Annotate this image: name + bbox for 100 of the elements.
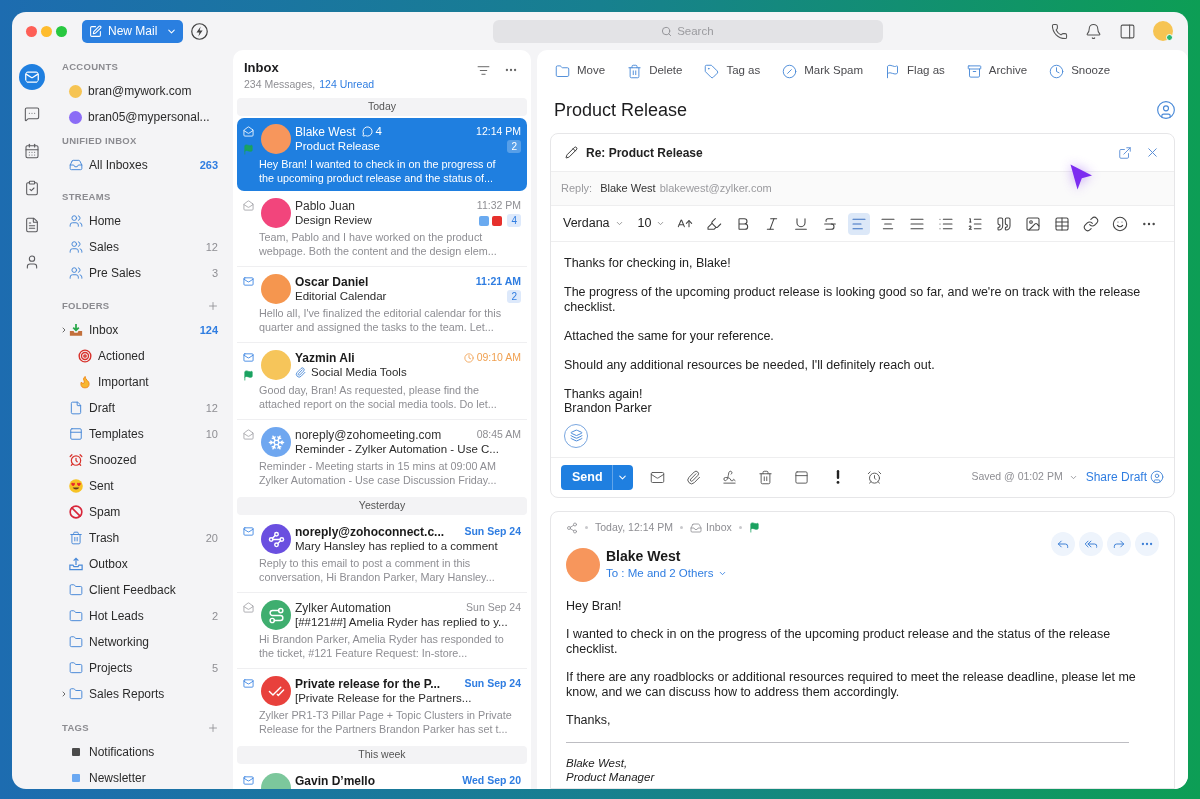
sidebar-item[interactable]: Spam [69,503,121,521]
flame-icon [78,375,92,389]
sender-name: noreply@zohomeeting.com [295,426,442,444]
window-icon[interactable] [793,469,809,485]
pop-out-icon[interactable] [1118,145,1132,160]
date-group-header: Yesterday [237,497,527,515]
sidebar-item[interactable]: Hot Leads [69,607,144,625]
message-preview: Hello all, I've finalized the editorial calendar for this quarter and assigned the tasks to the team. Let... [258,306,503,334]
close-icon[interactable] [1145,145,1160,160]
sidebar-item[interactable]: Networking [69,633,150,651]
chevron-right-icon[interactable] [60,690,68,698]
envelope-icon[interactable] [649,469,665,485]
reply-all-icon[interactable] [1079,531,1103,556]
phone-icon[interactable] [1051,22,1068,40]
sidebar-item[interactable]: Draft [69,399,115,417]
reply-field[interactable]: Reply: Blake West blakewest@zylker.com [551,172,1174,206]
message-time: Wed Sep 20 [462,772,521,788]
trash-icon[interactable] [757,469,773,485]
toolbar-button[interactable]: Move [555,62,606,80]
toolbar-button[interactable]: Tag as [704,62,761,80]
message-title: Product Release [554,98,688,122]
calendar-icon[interactable] [24,143,40,159]
lightning-icon[interactable] [191,22,209,40]
message-time: Sun Sep 24 [466,599,521,615]
item-count: 12 [205,239,218,255]
toolbar-button[interactable]: Snooze [1049,62,1111,80]
filter-icon[interactable] [477,63,490,77]
new-mail-button[interactable]: New Mail [82,19,184,43]
sender-name: Private release for the P... [295,675,441,693]
message-time: Sun Sep 24 [464,675,521,691]
chat-bubble-icon[interactable] [24,106,40,122]
message-item[interactable]: Private release for the P... Sun Sep 24 [Private Release for the Partners... Zylker PR1-T3 Pillar Page + Topic Clusters in Private Release for the Partners Brandon Parker has set t... [237,669,527,744]
message-time: 09:10 AM [476,349,521,365]
clock-icon [1049,63,1065,79]
document-icon[interactable] [24,217,40,233]
item-count: 5 [211,660,218,676]
message-item[interactable]: Blake West 4 12:14 PM Product Release 2 Hey Bran! I wanted to check in on the progress of the upcoming product release and the status of... [237,118,527,191]
sidebar-item[interactable]: Inbox [69,321,119,339]
section-heading: UNIFIED INBOX [62,133,137,148]
toolbar-button[interactable]: Delete [627,62,683,80]
send-button[interactable]: Send [561,464,633,490]
align-left-icon[interactable] [848,212,871,235]
archive-box-icon [966,63,982,79]
message-time: Sun Sep 24 [464,523,521,539]
user-circle-icon[interactable] [1156,100,1176,120]
message-item[interactable]: Gavin D’mello Wed Sep 20 [237,766,527,789]
sidebar-item[interactable]: Important [78,373,149,391]
sidebar-item[interactable]: Actioned [78,347,145,365]
flag-icon [885,63,901,79]
sidebar-item[interactable]: Pre Sales [69,264,142,282]
side-panel-icon[interactable] [1119,22,1136,40]
share-draft-button[interactable]: Share Draft [1085,468,1164,486]
message-item[interactable]: Zylker Automation Sun Sep 24 [##121##] Amelia Ryder has replied to y... Hi Brandon Parker, Amelia Ryder has responded to the ticket, #121 Feature Request: In-store... [237,593,527,669]
font-size-select[interactable]: 10 [637,214,666,233]
alarm-clock-icon[interactable] [866,469,882,485]
message-subject: Mary Hansley has replied to a comment [295,539,498,554]
sidebar-item[interactable]: All Inboxes [69,156,148,174]
prohibited-icon [69,505,83,519]
sidebar-item[interactable]: Templates [69,425,144,443]
sidebar-item[interactable]: Home [69,212,121,230]
recipient-email: blakewest@zylker.com [659,181,772,197]
search-field[interactable]: Search [493,19,884,43]
message-item[interactable]: Oscar Daniel 11:21 AM Editorial Calendar 2 Hello all, I've finalized the editorial calendar for this quarter and assigned the tasks to the team. Let... [237,267,527,343]
message-item[interactable]: Pablo Juan 11:32 PM Design Review 4 Team, Pablo and I have worked on the product webpage. Both the content and the design elem... [237,191,527,267]
signature-icon[interactable] [721,469,737,485]
toolbar-button[interactable]: Mark Spam [782,62,864,80]
font-family-select[interactable]: Verdana [563,214,624,233]
item-count: 20 [205,530,218,546]
sidebar-item[interactable]: Trash [69,529,120,547]
sidebar-item[interactable]: Client Feedback [69,581,176,599]
person-icon[interactable] [24,254,40,270]
folder-icon [69,609,83,623]
exclamation-icon[interactable] [835,470,840,484]
sidebar-item[interactable]: Newsletter [69,769,146,787]
chevron-right-icon[interactable] [60,326,68,334]
recipients-link[interactable]: To : Me and 2 Others [606,565,728,581]
clipboard-check-icon[interactable] [24,180,40,196]
body-paragraph: Attached the same for your reference. [564,328,775,343]
unread-count-link[interactable]: 124 Unread [319,77,375,91]
sidebar-item[interactable]: Snoozed [69,451,137,469]
sidebar-item[interactable]: Outbox [69,555,128,573]
sidebar-item[interactable]: bran05@mypersonal... [69,108,210,126]
toolbar-button[interactable]: Flag as [885,62,945,80]
sidebar-item[interactable]: Sent [69,477,114,495]
paperclip-icon[interactable] [685,469,701,485]
message-subject: Product Release [295,138,381,154]
toolbar-button[interactable]: Archive [966,62,1028,80]
sidebar-item[interactable]: bran@mywork.com [69,82,192,100]
message-item[interactable]: noreply@zohomeeting.com 08:45 AM Reminder - Zylker Automation - Use C... Reminder - Meeting starts in 15 mins at 09:00 AM Zylker Automation - Use case Discussion Friday... [237,420,527,495]
trash-icon [627,63,643,79]
message-item[interactable]: noreply@zohoconnect.c... Sun Sep 24 Mary Hansley has replied to a comment Reply to this email to post a comment in this conversation, Hi Brandon Parker, Mary Hansley... [237,517,527,593]
close-window-icon[interactable] [26,25,37,37]
bell-icon[interactable] [1085,22,1102,40]
mail-icon[interactable] [19,64,45,90]
sidebar-item[interactable]: Sales Reports [69,685,165,703]
sidebar-item[interactable]: Projects [69,659,133,677]
sidebar-item[interactable]: Notifications [69,743,155,761]
message-subject: Design Review [295,212,372,228]
message-item[interactable]: Yazmin Ali 09:10 AM Social Media Tools Good day, Bran! As requested, please find the attached report on the social media tools. Do let... [237,343,527,420]
sidebar-item[interactable]: Sales [69,238,120,256]
